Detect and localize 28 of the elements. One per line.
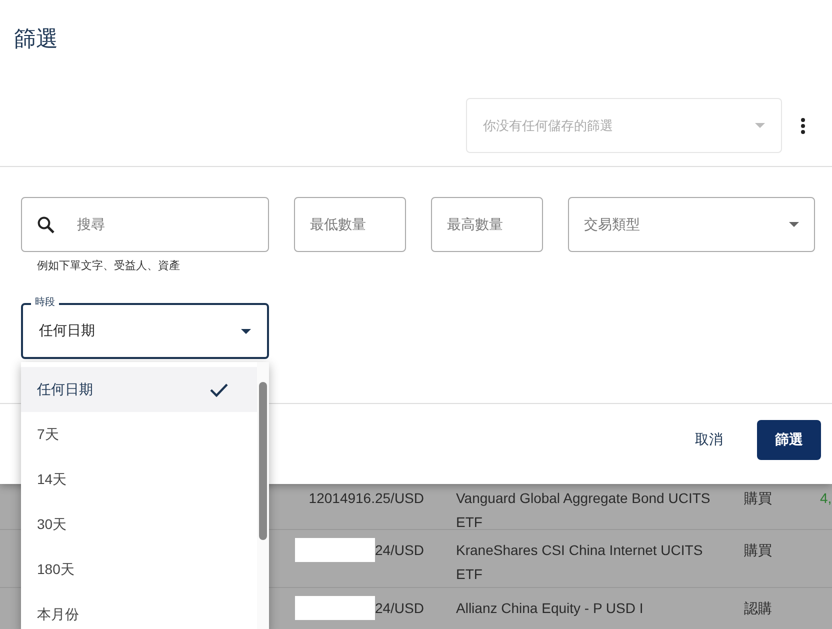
amount-cell-text: 24/USD bbox=[374, 599, 424, 618]
amount-cell-text: 24/USD bbox=[374, 541, 424, 560]
more-menu-icon[interactable] bbox=[800, 116, 806, 134]
asset-cell-text: Allianz China Equity - P USD I bbox=[456, 599, 644, 618]
period-option[interactable]: 14天 bbox=[21, 457, 257, 502]
apply-filter-button[interactable]: 篩選 bbox=[757, 420, 821, 460]
search-icon bbox=[37, 216, 55, 234]
transaction-type-select[interactable]: 交易類型 bbox=[568, 197, 815, 252]
cancel-button[interactable]: 取消 bbox=[695, 423, 723, 457]
value-cell-text: 4, bbox=[820, 489, 832, 508]
period-option[interactable]: 180天 bbox=[21, 547, 257, 592]
scrollbar[interactable] bbox=[257, 362, 269, 629]
asset-cell-text: KraneShares CSI China Internet UCITS ETF bbox=[456, 541, 704, 584]
asset-cell-text: Vanguard Global Aggregate Bond UCITS ETF bbox=[456, 489, 712, 532]
max-amount-field[interactable]: 最高數量 bbox=[431, 197, 543, 252]
period-option[interactable]: 30天 bbox=[21, 502, 257, 547]
min-amount-field[interactable]: 最低數量 bbox=[294, 197, 406, 252]
search-field[interactable]: 搜尋 bbox=[21, 197, 269, 252]
dialog-title: 篩選 bbox=[14, 25, 58, 53]
checkmark-icon bbox=[209, 382, 229, 398]
type-cell-text: 購買 bbox=[744, 541, 773, 560]
type-cell-text: 購買 bbox=[744, 489, 773, 508]
type-cell-text: 認購 bbox=[744, 599, 773, 618]
period-option[interactable]: 7天 bbox=[21, 412, 257, 457]
search-helper-text: 例如下單文字、受益人、資產 bbox=[37, 258, 181, 273]
period-option[interactable]: 任何日期 bbox=[21, 367, 257, 412]
period-option[interactable]: 本月份 bbox=[21, 592, 257, 629]
amount-cell-text: 12014916.25/USD bbox=[308, 489, 424, 508]
